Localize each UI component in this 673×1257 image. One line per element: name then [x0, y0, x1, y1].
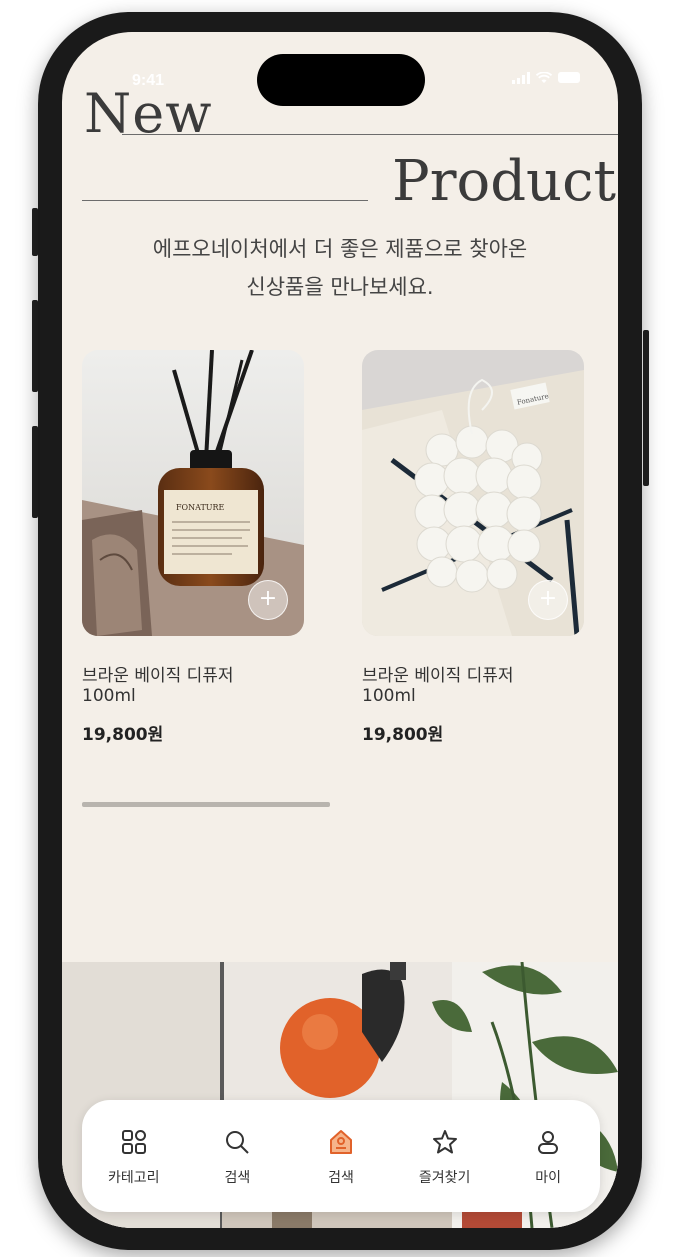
product-name: 브라운 베이직 디퓨저 100ml — [82, 666, 304, 706]
status-icons — [512, 71, 580, 84]
tab-label: 검색 — [224, 1170, 251, 1186]
tab-my[interactable]: 마이 — [503, 1125, 593, 1187]
add-to-cart-button[interactable]: + — [248, 580, 288, 620]
product-name: 브라운 베이직 디퓨저 100ml — [362, 666, 584, 706]
signal-icon — [512, 72, 530, 84]
app-screen: 9:41 New Product 에프오네이처에서 더 좋은 제품으로 찾아온 … — [62, 32, 618, 1228]
home-indicator[interactable] — [254, 1204, 428, 1209]
tab-label: 즐겨찾기 — [418, 1170, 471, 1186]
tab-category[interactable]: 카테고리 — [89, 1125, 179, 1187]
tab-favorites[interactable]: 즐겨찾기 — [400, 1125, 490, 1187]
wifi-icon — [535, 71, 553, 84]
product-image-diffuser[interactable]: FONATURE + — [82, 350, 304, 636]
tab-label: 마이 — [535, 1170, 562, 1186]
star-icon — [400, 1125, 490, 1159]
home-icon — [296, 1125, 386, 1159]
person-icon — [503, 1125, 593, 1159]
subtitle-line1: 에프오네이처에서 더 좋은 제품으로 찾아온 — [152, 237, 528, 261]
product-name-line2: 100ml — [362, 686, 416, 706]
battery-icon — [558, 72, 580, 83]
add-to-cart-button[interactable]: + — [528, 580, 568, 620]
title-divider-bottom — [82, 200, 368, 201]
product-image-candle[interactable]: Fonature + — [362, 350, 584, 636]
status-time: 9:41 — [132, 72, 165, 89]
product-price: 19,800원 — [82, 725, 164, 745]
title-divider-top — [122, 134, 618, 135]
tab-home[interactable]: 검색 — [296, 1125, 386, 1187]
diffuser-label-text: FONATURE — [176, 503, 225, 512]
category-icon — [89, 1125, 179, 1159]
title-product: Product — [392, 149, 616, 214]
product-name-line1: 브라운 베이직 디퓨저 — [82, 666, 234, 686]
tab-label: 카테고리 — [108, 1170, 160, 1186]
product-price: 19,800원 — [362, 725, 444, 745]
page-subtitle: 에프오네이처에서 더 좋은 제품으로 찾아온 신상품을 만나보세요. — [62, 230, 618, 306]
title-new: New — [84, 82, 213, 145]
carousel-scroll-indicator[interactable] — [82, 802, 330, 807]
tab-search[interactable]: 검색 — [192, 1125, 282, 1187]
power-button — [643, 330, 649, 486]
bottom-tab-bar: 카테고리 검색 검색 즐겨찾기 마이 — [82, 1100, 600, 1212]
product-name-line2: 100ml — [82, 686, 136, 706]
product-card[interactable]: FONATURE + 브라운 베이직 디퓨저 100ml 19,800원 — [82, 350, 304, 745]
subtitle-line2: 신상품을 만나보세요. — [246, 275, 434, 299]
dynamic-island — [257, 54, 425, 106]
product-name-line1: 브라운 베이직 디퓨저 — [362, 666, 514, 686]
tab-label: 검색 — [328, 1170, 354, 1186]
search-icon — [192, 1125, 282, 1159]
product-card[interactable]: Fonature + 브라운 베이직 디퓨저 100ml 19,800원 — [362, 350, 584, 745]
